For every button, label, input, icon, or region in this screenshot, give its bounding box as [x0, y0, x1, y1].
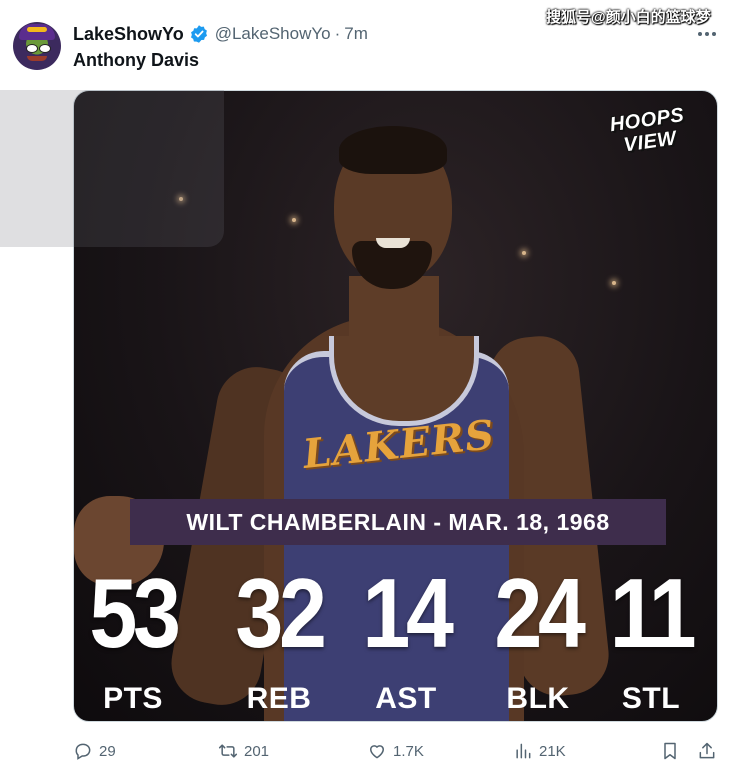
stat-steals: 11 STL	[592, 561, 710, 717]
bar-chart-icon	[516, 743, 531, 759]
separator-dot: ·	[334, 24, 341, 43]
avatar-eye	[26, 44, 38, 53]
player-date-banner: WILT CHAMBERLAIN - MAR. 18, 1968	[130, 499, 666, 545]
more-options-icon[interactable]	[692, 24, 722, 44]
stat-blocks: 24 BLK	[479, 561, 597, 717]
share-button[interactable]	[697, 737, 723, 765]
reply-icon	[75, 743, 91, 760]
stat-assists: 14 AST	[347, 561, 465, 717]
stat-label: REB	[246, 682, 312, 715]
retweet-count: 201	[244, 742, 270, 760]
retweet-button[interactable]: 201	[218, 737, 269, 765]
like-button[interactable]: 1.7K	[367, 737, 424, 765]
avatar-mouth	[27, 56, 47, 61]
avatar[interactable]	[13, 22, 61, 70]
avatar-hatband	[27, 27, 47, 32]
watermark: 搜狐号@颜小白的篮球梦	[546, 9, 711, 26]
translucent-overlay	[0, 90, 224, 247]
stat-label: AST	[375, 682, 437, 715]
tweet-header: LakeShowYo @LakeShowYo · 7m	[73, 22, 368, 46]
views-count: 21K	[539, 742, 566, 760]
stat-value: 24	[494, 558, 586, 668]
like-count: 1.7K	[393, 742, 424, 760]
stat-label: STL	[621, 682, 681, 715]
player-smile	[376, 238, 410, 248]
timestamp[interactable]: 7m	[344, 24, 368, 44]
reply-button[interactable]: 29	[73, 737, 116, 765]
stat-rebounds: 32 REB	[220, 561, 338, 717]
avatar-eye	[39, 44, 51, 53]
user-handle[interactable]: @LakeShowYo	[215, 24, 331, 44]
stat-value: 53	[89, 558, 181, 668]
heart-icon	[370, 745, 384, 759]
stat-label: PTS	[103, 682, 163, 715]
stat-value: 32	[235, 558, 327, 668]
stat-points: 53 PTS	[74, 561, 192, 717]
stat-value: 14	[362, 558, 454, 668]
display-name[interactable]: LakeShowYo	[73, 24, 184, 45]
player-hair	[339, 126, 447, 174]
retweet-icon	[218, 744, 238, 758]
stat-label: BLK	[506, 682, 570, 715]
reply-count: 29	[99, 742, 116, 760]
tweet-actions: 29 201 1.7K 21K	[73, 737, 723, 765]
stat-value: 11	[609, 558, 697, 668]
bookmark-icon	[664, 742, 676, 760]
bookmark-button[interactable]	[660, 737, 686, 765]
views-button[interactable]: 21K	[513, 737, 566, 765]
share-icon	[699, 742, 715, 759]
tweet-text: Anthony Davis	[73, 50, 200, 70]
verified-badge-icon	[190, 25, 207, 43]
tweet-card: LakeShowYo @LakeShowYo · 7m 搜狐号@颜小白的篮球梦 …	[0, 0, 730, 774]
